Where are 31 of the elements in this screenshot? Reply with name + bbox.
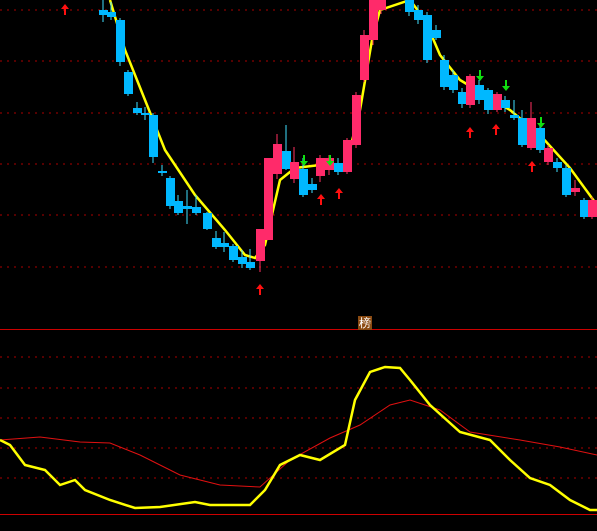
down-arrow-icon xyxy=(326,155,334,166)
down-arrow-icon xyxy=(300,155,308,166)
candlestick xyxy=(99,0,108,22)
candlestick xyxy=(238,250,247,268)
candlestick xyxy=(360,30,369,82)
candlestick xyxy=(290,146,299,184)
candlestick xyxy=(124,70,133,96)
down-arrow-icon xyxy=(476,70,484,81)
candlestick xyxy=(475,80,484,104)
candlestick xyxy=(212,230,221,250)
down-arrow-icon xyxy=(537,117,545,128)
down-arrow-icon xyxy=(502,80,510,91)
candlestick xyxy=(229,244,238,262)
candlestick xyxy=(203,212,212,230)
candlestick xyxy=(484,88,493,114)
candlestick xyxy=(405,0,414,16)
candlestick xyxy=(220,232,229,252)
up-arrow-icon xyxy=(61,4,69,15)
up-arrow-icon xyxy=(256,284,264,295)
candlestick xyxy=(501,96,510,112)
candlestick xyxy=(588,196,597,220)
up-arrow-icon xyxy=(492,124,500,135)
up-arrow-icon xyxy=(528,161,536,172)
ranking-badge[interactable]: 榜 xyxy=(358,316,372,330)
candlestick xyxy=(544,144,553,166)
candlestick xyxy=(282,124,291,170)
up-arrow-icon xyxy=(335,188,343,199)
candlestick xyxy=(133,102,142,116)
candlestick xyxy=(493,92,502,112)
up-arrow-icon xyxy=(466,127,474,138)
up-arrow-icon xyxy=(317,194,325,205)
